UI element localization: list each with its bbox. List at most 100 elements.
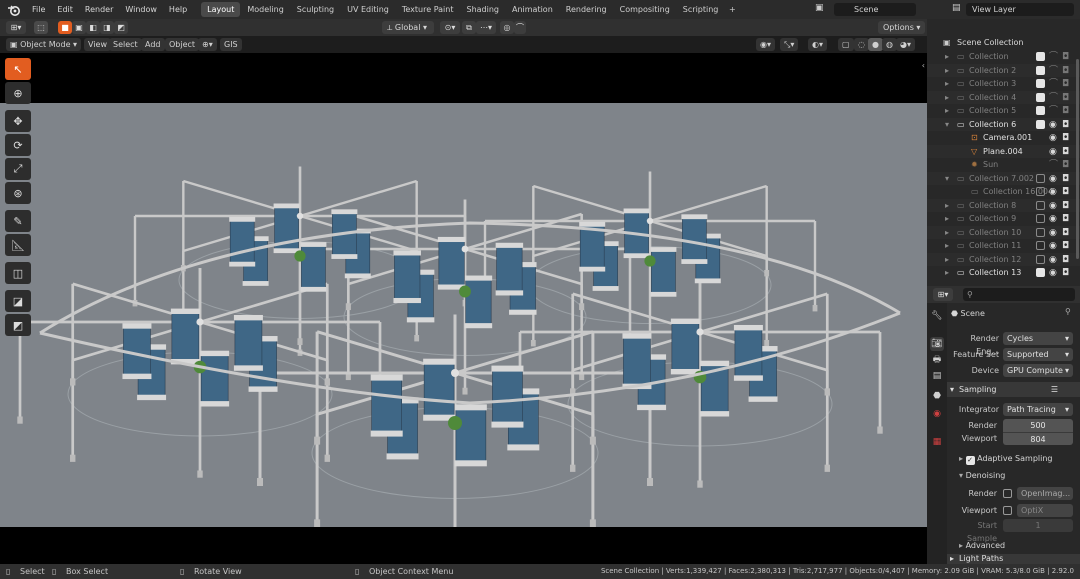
workspace-tab-shading[interactable]: Shading xyxy=(460,2,505,17)
render-camera-icon[interactable]: ◘ xyxy=(1062,92,1069,105)
transform-orientation-dropdown[interactable]: ⟂ Global ▾ xyxy=(382,21,434,34)
exclude-checkbox[interactable] xyxy=(1036,187,1045,196)
outliner-row[interactable]: ✹ Sun ⌒ ◘ xyxy=(927,158,1080,171)
render-camera-icon[interactable]: ◘ xyxy=(1062,65,1069,78)
exclude-checkbox[interactable] xyxy=(1036,214,1045,223)
menu-render[interactable]: Render xyxy=(79,0,119,19)
mode-subtract-icon[interactable]: ◧ xyxy=(86,21,100,34)
eye-icon[interactable]: ◉ xyxy=(1049,146,1057,159)
workspace-tab-scripting[interactable]: Scripting xyxy=(677,2,725,17)
render-camera-icon[interactable]: ◘ xyxy=(1062,267,1069,280)
mode-new-icon[interactable]: ■ xyxy=(58,21,72,34)
outliner-row[interactable]: ▸ ▭ Collection 9 ◉ ◘ xyxy=(927,212,1080,225)
denoising-row[interactable]: ▾ Denoising xyxy=(959,469,1005,482)
exclude-checkbox[interactable] xyxy=(1036,268,1045,277)
scene-collection-row[interactable]: ▣ Scene Collection xyxy=(927,36,1080,49)
exclude-checkbox[interactable] xyxy=(1036,119,1045,129)
outliner-row[interactable]: ▸ ▭ Collection 12 ◉ ◘ xyxy=(927,252,1080,267)
eye-closed-icon[interactable]: ⌒ xyxy=(1049,78,1058,91)
render-samples-field[interactable]: 500 xyxy=(1003,419,1073,432)
workspace-tab-animation[interactable]: Animation xyxy=(506,2,559,17)
expand-arrow-icon[interactable]: ▸ xyxy=(945,226,949,239)
outliner-row[interactable]: ▸ ▭ Collection 5 ⌒ ◘ xyxy=(927,104,1080,117)
texture-tab-icon[interactable]: ▦ xyxy=(930,435,944,449)
eye-closed-icon[interactable]: ⌒ xyxy=(1049,92,1058,105)
expand-arrow-icon[interactable]: ▸ xyxy=(945,91,949,104)
workspace-tab-rendering[interactable]: Rendering xyxy=(560,2,613,17)
list-icon[interactable]: ☰ xyxy=(1051,382,1058,397)
exclude-checkbox[interactable] xyxy=(1036,65,1045,75)
menu-window[interactable]: Window xyxy=(119,0,163,19)
sidebar-toggle-icon[interactable]: ‹ xyxy=(922,61,925,70)
measure-tool-icon[interactable]: 📐︎ xyxy=(5,234,31,256)
mode-intersect-icon[interactable]: ◩ xyxy=(114,21,128,34)
exclude-checkbox[interactable] xyxy=(1036,254,1045,264)
overlays-icon[interactable]: ◐▾ xyxy=(808,38,827,51)
advanced-row[interactable]: ▸ Advanced xyxy=(959,539,1005,552)
gis-icon-dropdown[interactable]: ⊕▾ xyxy=(198,38,217,51)
exclude-checkbox[interactable] xyxy=(1036,106,1045,115)
eye-icon[interactable]: ◉ xyxy=(1049,227,1057,240)
denoise-render-dropdown[interactable]: OpenImag... xyxy=(1017,487,1073,500)
rendered-shading-icon[interactable]: ◕▾ xyxy=(896,38,915,51)
viewport-samples-field[interactable]: 804 xyxy=(1003,432,1073,445)
proportional-edit-icon[interactable]: ◎ xyxy=(500,21,514,34)
exclude-checkbox[interactable] xyxy=(1036,92,1045,102)
adaptive-sampling-checkbox[interactable]: ✓ xyxy=(965,456,975,465)
exclude-checkbox[interactable] xyxy=(1036,200,1045,210)
scene-icon[interactable]: ▣ xyxy=(815,3,831,16)
outliner-row[interactable]: ▸ ▭ Collection 4 ⌒ ◘ xyxy=(927,90,1080,105)
add-cube-tool-icon[interactable]: ◫ xyxy=(5,262,31,284)
outliner-row[interactable]: ▾ ▭ Collection 6 ◉ ◘ xyxy=(927,117,1080,131)
snap-target-icon[interactable]: ⋯▾ xyxy=(476,21,496,34)
render-camera-icon[interactable]: ◘ xyxy=(1062,186,1069,199)
render-camera-icon[interactable]: ◘ xyxy=(1062,200,1069,213)
mode-invert-icon[interactable]: ◨ xyxy=(100,21,114,34)
denoise-viewport-checkbox[interactable] xyxy=(1003,506,1012,515)
output-tab-icon[interactable]: 🖶︎ xyxy=(930,353,944,367)
wireframe-shading-icon[interactable]: ◌ xyxy=(854,38,869,51)
expand-arrow-icon[interactable]: ▸ xyxy=(945,266,949,279)
expand-arrow-icon[interactable]: ▸ xyxy=(945,253,949,266)
eye-icon[interactable]: ◉ xyxy=(1049,240,1057,253)
scene-tab-icon[interactable]: ⬣ xyxy=(930,389,944,403)
exclude-checkbox[interactable] xyxy=(1036,241,1045,250)
outliner-row[interactable]: ▸ ▭ Collection 13 ◉ ◘ xyxy=(927,266,1080,279)
eye-icon[interactable]: ◉ xyxy=(1049,173,1057,186)
eye-icon[interactable]: ◉ xyxy=(1049,213,1057,226)
view-layer-icon[interactable]: ▤ xyxy=(952,3,966,16)
select-box-tool-icon[interactable]: ⬚ xyxy=(34,21,48,34)
view-layer-tab-icon[interactable]: ▤ xyxy=(930,369,944,383)
outliner-row[interactable]: ▾ ▭ Collection 7.002 ◉ ◘ xyxy=(927,171,1080,186)
outliner-scrollbar[interactable] xyxy=(1076,59,1079,259)
expand-arrow-icon[interactable]: ▸ xyxy=(945,199,949,212)
menu-help[interactable]: Help xyxy=(163,0,193,19)
gis-menu[interactable]: GIS xyxy=(220,38,242,51)
outliner-row[interactable]: ⊡ Camera.001 ◉ ◘ xyxy=(927,131,1080,144)
render-camera-icon[interactable]: ◘ xyxy=(1062,173,1069,186)
render-camera-icon[interactable]: ◘ xyxy=(1062,227,1069,240)
view-object-types-icon[interactable]: ◉▾ xyxy=(756,38,775,51)
add-menu[interactable]: Add xyxy=(141,38,165,51)
rotate-tool-icon[interactable]: ⟳ xyxy=(5,134,31,156)
workspace-tab-compositing[interactable]: Compositing xyxy=(614,2,676,17)
expand-arrow-icon[interactable]: ▸ xyxy=(945,104,949,117)
integrator-dropdown[interactable]: Path Tracing ▾ xyxy=(1003,403,1073,416)
snap-icon[interactable]: ⧉ xyxy=(462,21,476,34)
eye-icon[interactable]: ◉ xyxy=(1049,254,1057,267)
properties-search-input[interactable]: ⚲ xyxy=(963,288,1075,301)
xray-icon[interactable]: ▢ xyxy=(838,38,854,51)
eye-icon[interactable]: ◉ xyxy=(1049,200,1057,213)
expand-arrow-icon[interactable]: ▸ xyxy=(945,212,949,225)
exclude-checkbox[interactable] xyxy=(1036,227,1045,237)
options-dropdown[interactable]: Options ▾ xyxy=(878,21,926,34)
workspace-tab-sculpting[interactable]: Sculpting xyxy=(291,2,340,17)
outliner-row[interactable]: ▭ Collection 16.004 ◉ ◘ xyxy=(927,185,1080,198)
cursor-tool-icon[interactable]: ⊕ xyxy=(5,82,31,104)
material-shading-icon[interactable]: ◍ xyxy=(882,38,897,51)
object-menu[interactable]: Object xyxy=(165,38,200,51)
eye-icon[interactable]: ◉ xyxy=(1049,186,1057,199)
expand-arrow-icon[interactable]: ▸ xyxy=(945,64,949,77)
eye-closed-icon[interactable]: ⌒ xyxy=(1049,51,1058,64)
extra-tool-icon[interactable]: ◪ xyxy=(5,290,31,312)
